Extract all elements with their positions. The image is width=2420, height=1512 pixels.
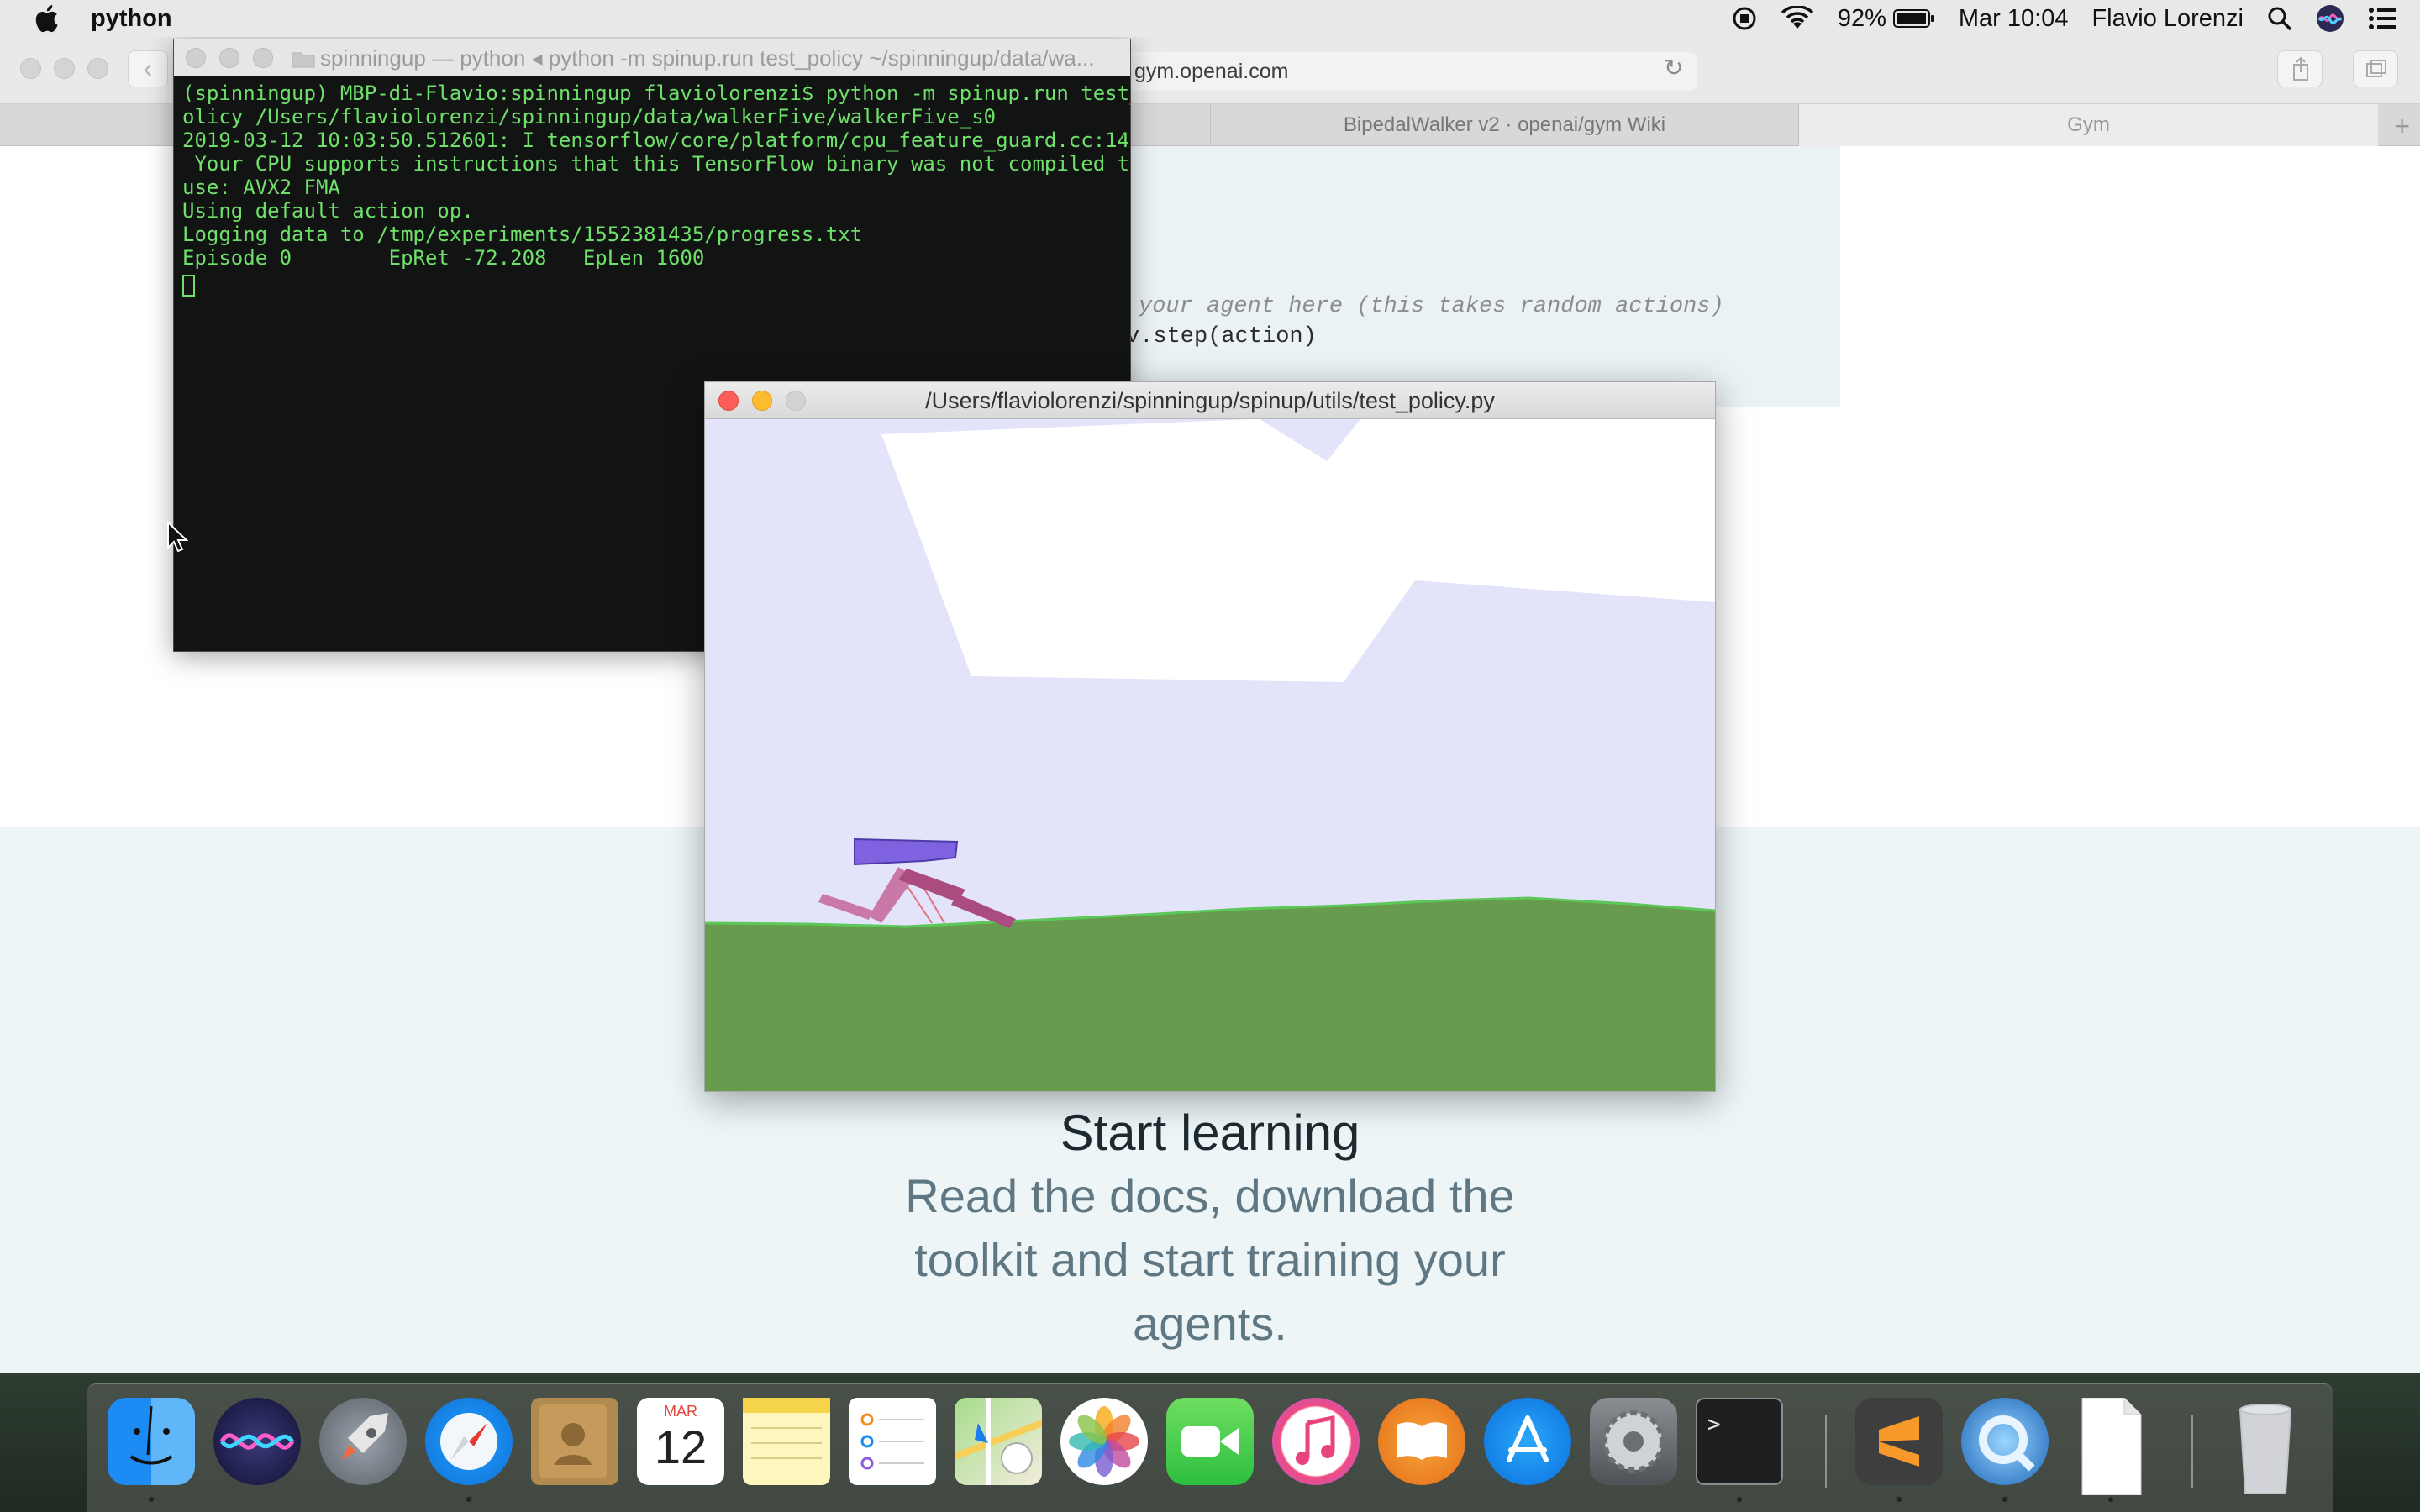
svg-text:>_: >_: [1707, 1412, 1734, 1437]
safari-icon[interactable]: [425, 1398, 513, 1485]
calendar-month: MAR: [664, 1403, 697, 1420]
facetime-icon[interactable]: [1166, 1398, 1254, 1485]
back-button[interactable]: ‹: [128, 50, 168, 87]
share-button[interactable]: [2277, 50, 2323, 87]
quicktime-running-indicator: [2002, 1497, 2007, 1502]
reload-icon[interactable]: ↻: [1664, 54, 1683, 81]
start-learning-subheading: Read the docs, download the toolkit and …: [905, 1169, 1515, 1350]
code-comment: your agent here (this takes random actio…: [1139, 294, 1724, 319]
app-name[interactable]: python: [91, 5, 172, 33]
terminal-close-button[interactable]: [186, 48, 206, 68]
terminal-line: olicy /Users/flaviolorenzi/spinningup/da…: [182, 105, 997, 129]
show-all-tabs-button[interactable]: [2353, 50, 2398, 87]
ibooks-icon[interactable]: [1378, 1398, 1465, 1485]
apple-menu-icon[interactable]: [34, 4, 59, 33]
minimize-button[interactable]: [54, 58, 75, 79]
notes-icon[interactable]: [743, 1398, 830, 1485]
mouse-pointer-icon: [167, 521, 188, 553]
menu-bar: python 92% Mar 10:04 Flavio Lorenzi: [0, 0, 2420, 37]
new-tab-button[interactable]: +: [2394, 111, 2410, 142]
start-learning-heading: Start learning: [1060, 1105, 1360, 1161]
code-step-call: v.step(action): [1126, 324, 1317, 349]
dock: MAR 12 >_: [87, 1383, 2333, 1512]
terminal-zoom-button[interactable]: [253, 48, 273, 68]
sublime-running-indicator: [1897, 1497, 1902, 1502]
finder-icon[interactable]: [108, 1398, 195, 1485]
document-icon[interactable]: [2067, 1397, 2154, 1496]
share-icon: [2293, 56, 2308, 81]
battery-status[interactable]: 92%: [1838, 0, 1935, 37]
battery-icon: [1892, 9, 1934, 28]
terminal-output[interactable]: (spinningup) MBP-di-Flavio:spinningup fl…: [182, 81, 1130, 302]
test-policy-viewer-window[interactable]: /Users/flaviolorenzi/spinningup/spinup/u…: [704, 381, 1716, 1092]
terminal-line: 2019-03-12 10:03:50.512601: I tensorflow…: [182, 129, 1130, 152]
terminal-line: Episode 0 EpRet -72.208 EpLen 1600: [182, 246, 705, 270]
spotlight-search-icon[interactable]: [2267, 0, 2292, 37]
contacts-icon[interactable]: [531, 1398, 618, 1485]
photos-icon[interactable]: [1060, 1398, 1148, 1485]
viewer-titlebar[interactable]: /Users/flaviolorenzi/spinningup/spinup/u…: [705, 382, 1715, 419]
itunes-icon[interactable]: [1272, 1398, 1360, 1485]
terminal-line: Your CPU supports instructions that this…: [182, 152, 1130, 176]
terminal-minimize-button[interactable]: [219, 48, 239, 68]
terminal-running-indicator: [1737, 1497, 1742, 1502]
dock-separator: [1825, 1415, 1827, 1488]
dock-separator: [2191, 1415, 2193, 1488]
bipedal-walker-canvas: [705, 419, 1715, 1091]
screen-record-icon[interactable]: [1732, 0, 1757, 37]
terminal-line: Using default action op.: [182, 199, 474, 223]
terminal-line: Logging data to /tmp/experiments/1552381…: [182, 223, 863, 246]
system-preferences-icon[interactable]: [1590, 1398, 1677, 1485]
clock[interactable]: Mar 10:04: [1959, 0, 2069, 37]
zoom-button[interactable]: [87, 58, 108, 79]
terminal-line: use: AVX2 FMA: [182, 176, 340, 199]
tab-bipedalwalker-wiki[interactable]: BipedalWalker v2 · openai/gym Wiki: [1210, 104, 1798, 146]
terminal-line: (spinningup) MBP-di-Flavio:spinningup fl…: [182, 81, 1130, 105]
tab-gym[interactable]: Gym: [1798, 104, 2378, 146]
siri-icon[interactable]: [213, 1398, 301, 1485]
address-bar[interactable]: gym.openai.com: [1126, 52, 1697, 91]
wifi-icon[interactable]: [1781, 0, 1814, 37]
terminal-cursor: [182, 275, 195, 297]
safari-running-indicator: [466, 1497, 471, 1502]
document-running-indicator: [2108, 1497, 2113, 1502]
viewer-title: /Users/flaviolorenzi/spinningup/spinup/u…: [925, 388, 1495, 413]
user-name[interactable]: Flavio Lorenzi: [2091, 0, 2244, 37]
trash-icon[interactable]: [2222, 1398, 2309, 1494]
maps-icon[interactable]: [953, 1398, 1044, 1485]
calendar-icon[interactable]: MAR 12: [637, 1398, 724, 1485]
launchpad-icon[interactable]: [319, 1398, 407, 1485]
finder-running-indicator: [149, 1497, 154, 1502]
calendar-day: 12: [654, 1420, 708, 1473]
battery-percent: 92%: [1837, 4, 1886, 32]
app-store-icon[interactable]: [1484, 1398, 1571, 1485]
tabs-icon: [2366, 60, 2386, 77]
notification-center-icon[interactable]: [2368, 0, 2396, 37]
terminal-title: spinningup — python ◂ python -m spinup.r…: [320, 45, 1095, 71]
close-button[interactable]: [20, 58, 41, 79]
ground: [705, 898, 1715, 1091]
terminal-titlebar[interactable]: spinningup — python ◂ python -m spinup.r…: [174, 39, 1130, 76]
reminders-icon[interactable]: [849, 1398, 936, 1485]
quicktime-icon[interactable]: [1961, 1398, 2049, 1485]
sublime-text-icon[interactable]: [1855, 1398, 1943, 1485]
folder-icon: [292, 52, 315, 68]
terminal-icon[interactable]: >_: [1696, 1398, 1783, 1485]
siri-icon[interactable]: [2316, 0, 2344, 37]
